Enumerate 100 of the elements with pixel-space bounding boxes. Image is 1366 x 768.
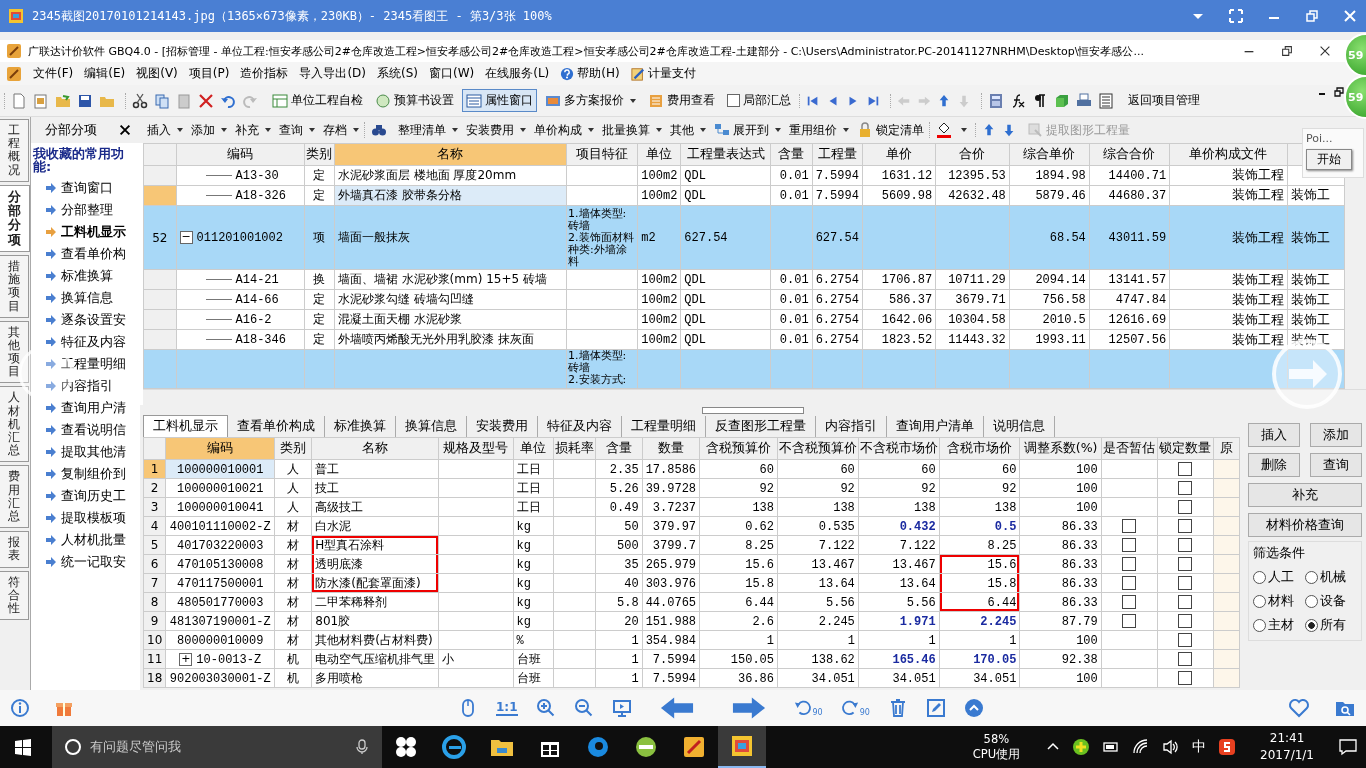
radio-option[interactable]: 设备 <box>1305 592 1357 610</box>
sidebar-item[interactable]: 逐条设置安 <box>33 309 140 331</box>
column-header[interactable]: 综合合价 <box>1089 143 1170 166</box>
actual-size-button[interactable]: 1:1 <box>496 700 518 716</box>
side-button[interactable]: 材料价格查询 <box>1248 513 1362 537</box>
column-header[interactable]: 工程量表达式 <box>680 143 771 166</box>
column-header[interactable]: 类别 <box>304 143 335 166</box>
menu-item[interactable]: 计量支付 <box>630 65 696 82</box>
column-header[interactable]: 含量 <box>595 437 643 460</box>
column-header[interactable]: 编码 <box>176 143 305 166</box>
menu-item[interactable]: 在线服务(L) <box>485 65 550 82</box>
side-button[interactable]: 查询 <box>1310 453 1362 477</box>
toolbar-button[interactable]: 插入 <box>144 119 186 141</box>
column-header[interactable]: 含量 <box>770 143 813 166</box>
sidebar-item[interactable]: 标准换算 <box>33 265 140 287</box>
sidebar-item[interactable]: 提取其他清 <box>33 441 140 463</box>
side-button[interactable]: 添加 <box>1310 423 1362 447</box>
column-header[interactable]: 是否暂估 <box>1101 437 1158 460</box>
sidebar-item[interactable]: 工料机显示 <box>33 221 140 243</box>
toolbar-button[interactable]: 锁定清单 <box>854 119 927 141</box>
vertical-tab[interactable]: 分部分项 <box>0 184 30 252</box>
clock-time[interactable]: 21:41 <box>1269 730 1305 747</box>
sidebar-item[interactable]: 查看单价构 <box>33 243 140 265</box>
vertical-tab[interactable]: 措施项目 <box>0 254 29 318</box>
column-header[interactable]: 损耗率 <box>553 437 596 460</box>
toolbar-button[interactable]: 重用组价 <box>786 119 852 141</box>
menu-item[interactable]: 编辑(E) <box>84 65 126 82</box>
vertical-tab[interactable]: 报表 <box>0 531 29 568</box>
vertical-tab[interactable]: 其他项目 <box>0 320 29 384</box>
column-header[interactable]: 合价 <box>935 143 1010 166</box>
tab[interactable]: 工料机显示 <box>143 415 228 437</box>
toolbar-button[interactable]: 展开到 <box>711 119 784 141</box>
toolbar-button[interactable]: 存档 <box>320 119 362 141</box>
collapse-toggle[interactable]: − <box>179 231 193 245</box>
menu-item[interactable]: 导入导出(D) <box>299 65 366 82</box>
column-header[interactable]: 单位 <box>637 143 681 166</box>
menu-item[interactable]: 系统(S) <box>377 65 418 82</box>
menu-item[interactable]: 文件(F) <box>33 65 74 82</box>
column-header[interactable]: 项目特征 <box>566 143 638 166</box>
start-button[interactable]: 开始 <box>1306 149 1352 170</box>
side-button[interactable]: 补充 <box>1248 483 1362 507</box>
column-header[interactable]: 含税预算价 <box>699 437 778 460</box>
column-header[interactable]: 工程量 <box>812 143 863 166</box>
column-header[interactable]: 不含税预算价 <box>777 437 859 460</box>
sidebar-item[interactable]: 查询窗口 <box>33 177 140 199</box>
menu-item[interactable]: 视图(V) <box>136 65 178 82</box>
column-header[interactable]: 不含税市场价 <box>858 437 940 460</box>
menu-item[interactable]: 窗口(W) <box>429 65 475 82</box>
column-header[interactable]: 锁定数量 <box>1157 437 1214 460</box>
sidebar-item[interactable]: 查询历史工 <box>33 485 140 507</box>
menu-item[interactable]: 帮助(H) <box>560 65 620 82</box>
toolbar-button[interactable]: 补充 <box>232 119 274 141</box>
toolbar-button[interactable]: 单价构成 <box>531 119 597 141</box>
sidebar-item[interactable]: 查看说明信 <box>33 419 140 441</box>
column-header[interactable]: 含税市场价 <box>939 437 1020 460</box>
column-header[interactable]: 原 <box>1213 437 1240 460</box>
sidebar-item[interactable]: 内容指引 <box>33 375 140 397</box>
toolbar-button[interactable]: 单位工程自检 <box>268 89 367 112</box>
column-header[interactable]: 名称 <box>311 437 439 460</box>
toolbar-button[interactable]: 其他 <box>667 119 709 141</box>
side-button[interactable]: 删除 <box>1248 453 1301 477</box>
sidebar-item[interactable]: 人材机批量 <box>33 529 140 551</box>
vertical-tab[interactable]: 工程概况 <box>0 119 29 182</box>
clock-date[interactable]: 2017/1/1 <box>1260 747 1314 764</box>
checkbox[interactable]: 局部汇总 <box>723 89 795 112</box>
column-header[interactable]: 名称 <box>334 143 567 166</box>
column-header[interactable]: 单位 <box>513 437 554 460</box>
expand-toggle[interactable]: + <box>179 652 193 666</box>
sidebar-item[interactable]: 统一记取安 <box>33 551 140 573</box>
sidebar-item[interactable]: 工程量明细 <box>33 353 140 375</box>
sidebar-item[interactable]: 特征及内容 <box>33 331 140 353</box>
rotate-left-button[interactable]: 90 <box>793 699 823 717</box>
sidebar-item[interactable]: 复制组价到 <box>33 463 140 485</box>
menu-item[interactable]: 造价指标 <box>240 65 289 82</box>
radio-option[interactable]: 材料 <box>1253 592 1306 610</box>
side-button[interactable]: 插入 <box>1248 423 1301 447</box>
sidebar-item[interactable]: 换算信息 <box>33 287 140 309</box>
column-header[interactable]: 数量 <box>642 437 700 460</box>
rotate-right-button[interactable]: 90 <box>840 699 870 717</box>
toolbar-button[interactable]: 添加 <box>188 119 230 141</box>
search-field[interactable]: 有问题尽管问我 <box>52 726 382 768</box>
vertical-tab[interactable]: 符合性 <box>0 570 29 621</box>
toolbar-button[interactable]: 预算书设置 <box>371 89 458 112</box>
vertical-tab[interactable]: 人材机汇总 <box>0 386 29 463</box>
column-header[interactable]: 单价构成文件 <box>1169 143 1288 166</box>
column-header[interactable]: 类别 <box>274 437 312 460</box>
toolbar-button[interactable]: 整理清单 <box>395 119 461 141</box>
column-header[interactable]: 综合单价 <box>1009 143 1090 166</box>
vertical-tab[interactable]: 费用汇总 <box>0 465 29 529</box>
toolbar-button[interactable]: 返回项目管理 <box>1124 89 1204 112</box>
toolbar-button[interactable]: 查询 <box>276 119 318 141</box>
sidebar-item[interactable]: 查询用户清 <box>33 397 140 419</box>
menu-item[interactable]: 项目(P) <box>188 65 230 82</box>
radio-option[interactable]: 人工 <box>1253 568 1306 586</box>
column-header[interactable]: 单价 <box>862 143 936 166</box>
radio-option[interactable]: 所有 <box>1305 616 1357 634</box>
toolbar-button[interactable]: 多方案报价 <box>541 89 640 112</box>
column-header[interactable]: 规格及型号 <box>438 437 514 460</box>
sidebar-item[interactable]: 提取模板项 <box>33 507 140 529</box>
sidebar-item[interactable]: 分部整理 <box>33 199 140 221</box>
